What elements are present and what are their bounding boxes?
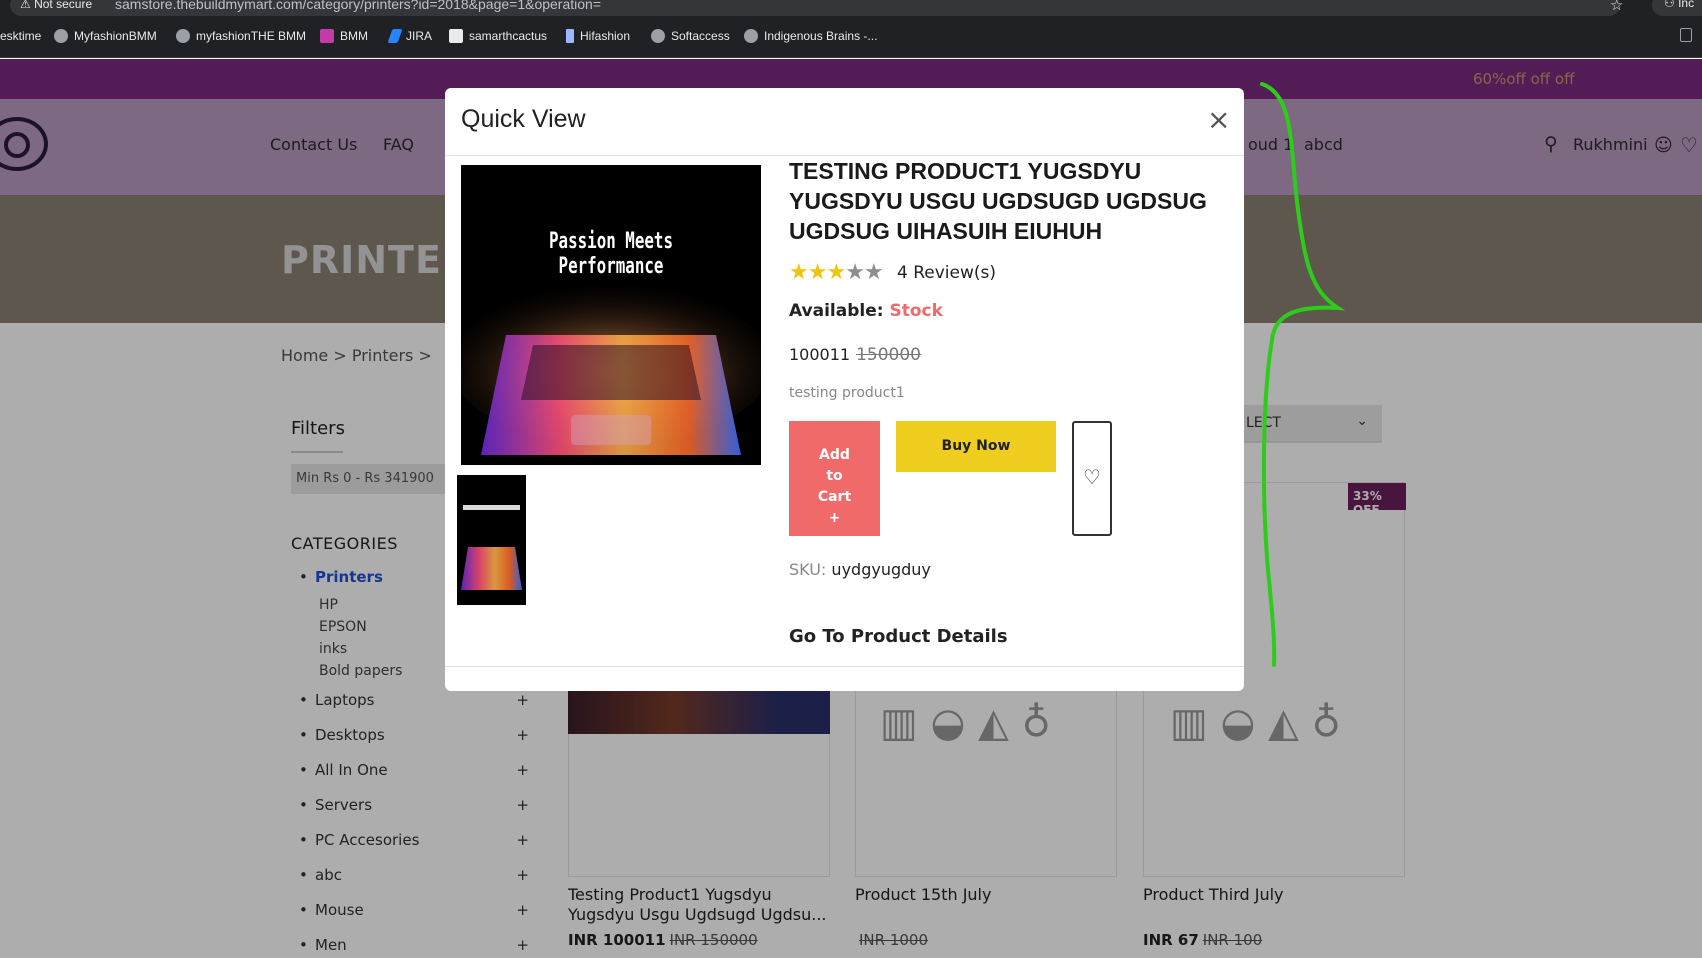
- bookmark-myfashion-the-bmm[interactable]: myfashionTHE BMM: [176, 29, 306, 43]
- mrp-price: 150000: [856, 345, 921, 365]
- star-filled-icon: ★: [789, 260, 809, 285]
- globe-icon: [176, 29, 190, 43]
- bookmarks-bar: esktime MyfashionBMM myfashionTHE BMM BM…: [0, 18, 1702, 58]
- extension-button[interactable]: ⚇ Inc: [1652, 0, 1702, 16]
- hifashion-logo-icon: [566, 29, 574, 43]
- bookmark-esktime[interactable]: esktime: [0, 29, 41, 43]
- availability: Available: Stock: [789, 301, 943, 321]
- quick-view-modal: Quick View × Passion Meets Performance T…: [445, 88, 1244, 691]
- rating-stars: ★★★★★: [789, 260, 884, 285]
- bookmark-jira[interactable]: JIRA: [387, 29, 432, 43]
- globe-icon: [744, 29, 758, 43]
- star-empty-icon: ★: [863, 260, 884, 285]
- bookmark-myfashionbmm[interactable]: MyfashionBMM: [54, 29, 157, 43]
- product-title: TESTING PRODUCT1 YUGSDYU YUGSDYU USGU UG…: [789, 158, 1207, 244]
- bookmark-bmm[interactable]: BMM: [320, 29, 368, 43]
- add-to-wishlist-button[interactable]: ♡: [1072, 421, 1112, 536]
- bookmark-star-icon[interactable]: ☆: [1610, 0, 1623, 14]
- bookmark-indigenous-brains[interactable]: Indigenous Brains -...: [744, 29, 877, 43]
- bookmark-samarthcactus[interactable]: samarthcactus: [449, 29, 547, 43]
- go-to-product-details-link[interactable]: Go To Product Details: [789, 626, 1008, 647]
- modal-title: Quick View: [461, 105, 586, 133]
- jira-logo-icon: [387, 29, 403, 43]
- review-count[interactable]: 4 Review(s): [897, 263, 996, 283]
- modal-header: Quick View ×: [445, 88, 1244, 156]
- image-caption: Passion Meets Performance: [549, 229, 673, 279]
- add-to-cart-button[interactable]: Add to Cart +: [789, 421, 880, 536]
- star-filled-icon: ★: [826, 260, 846, 285]
- product-main-image[interactable]: Passion Meets Performance: [461, 165, 761, 465]
- browser-address-bar: ⚠ Not secure samstore.thebuildmymart.com…: [0, 0, 1702, 18]
- short-description: testing product1: [789, 385, 905, 401]
- not-secure-indicator[interactable]: ⚠ Not secure: [20, 0, 92, 11]
- sku: SKU: uydgyugduy: [789, 560, 931, 579]
- price: 100011 150000: [789, 345, 921, 365]
- heart-icon: ♡: [1083, 465, 1101, 489]
- laptop-image: [461, 165, 761, 465]
- all-bookmarks-icon[interactable]: [1680, 28, 1692, 42]
- close-icon[interactable]: ×: [1207, 106, 1230, 134]
- sale-price: 100011: [789, 345, 851, 364]
- bookmark-softaccess[interactable]: Softaccess: [651, 29, 730, 43]
- sku-value: uydgyugduy: [831, 560, 931, 579]
- modal-footer-divider: [445, 666, 1244, 667]
- globe-icon: [651, 29, 665, 43]
- star-filled-icon: ★: [807, 260, 828, 285]
- bookmark-hifashion[interactable]: Hifashion: [566, 29, 630, 43]
- bmm-logo-icon: [320, 29, 334, 43]
- stock-status: Stock: [889, 301, 943, 321]
- not-secure-label: Not secure: [34, 0, 93, 11]
- star-empty-icon: ★: [845, 260, 865, 285]
- globe-icon: [54, 29, 68, 43]
- laptop-thumbnail-image: [457, 475, 526, 605]
- cactus-logo-icon: [449, 29, 463, 43]
- product-thumbnail[interactable]: [457, 475, 526, 605]
- url-text[interactable]: samstore.thebuildmymart.com/category/pri…: [115, 0, 601, 12]
- buy-now-button[interactable]: Buy Now: [896, 421, 1056, 472]
